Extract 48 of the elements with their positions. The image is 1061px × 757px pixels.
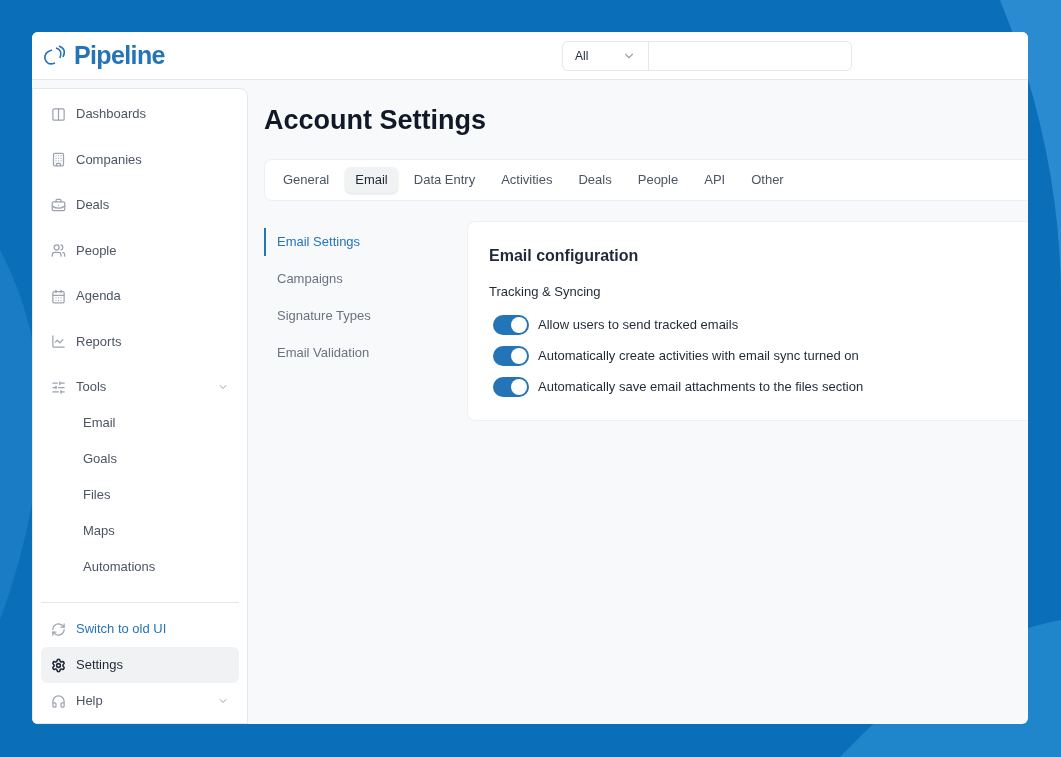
nav-item[interactable]: Agenda: [41, 278, 239, 314]
nav-subitem[interactable]: Email: [41, 405, 239, 441]
tab[interactable]: General: [273, 167, 340, 193]
subnav-item[interactable]: Campaigns: [264, 265, 467, 293]
tab[interactable]: Data Entry: [403, 167, 486, 193]
sliders-icon: [51, 379, 66, 395]
toggle-switch[interactable]: [493, 345, 529, 366]
settings-icon: [51, 657, 66, 673]
nav-subitem[interactable]: Automations: [41, 549, 239, 585]
nav-subitem[interactable]: Files: [41, 477, 239, 513]
toggle-label: Allow users to send tracked emails: [538, 315, 739, 334]
tab[interactable]: Other: [741, 167, 794, 193]
nav-item[interactable]: Switch to old UI: [41, 611, 239, 647]
briefcase-icon: [51, 197, 66, 213]
headphones-icon: [51, 693, 66, 709]
tab[interactable]: People: [627, 167, 689, 193]
section-label: Tracking & Syncing: [489, 283, 602, 301]
logo-icon: [42, 43, 68, 68]
subnav-item[interactable]: Email Validation: [264, 339, 467, 367]
toggle-label: Automatically save email attachments to the files section: [538, 377, 864, 396]
nav-item[interactable]: Settings: [41, 647, 239, 683]
calendar-icon: [51, 288, 66, 304]
refresh-icon: [51, 621, 66, 637]
scope-dropdown[interactable]: All: [563, 41, 649, 70]
building-icon: [51, 152, 66, 167]
nav-item[interactable]: Reports: [41, 323, 239, 360]
nav-subitem[interactable]: Maps: [41, 513, 239, 549]
line-chart-icon: [51, 334, 66, 349]
nav-item[interactable]: Deals: [41, 187, 239, 223]
columns-icon: [51, 106, 66, 122]
nav-item[interactable]: People: [41, 232, 239, 269]
nav-item[interactable]: Help: [41, 683, 239, 719]
subnav-item[interactable]: Signature Types: [264, 302, 467, 330]
tab[interactable]: API: [694, 167, 736, 193]
nav-subitem[interactable]: Goals: [41, 441, 239, 477]
tab[interactable]: Email: [345, 167, 398, 193]
people-icon: [51, 243, 66, 258]
nav-item[interactable]: Dashboards: [41, 96, 239, 132]
brand-name: Pipeline: [74, 39, 165, 71]
tab[interactable]: Activities: [491, 167, 563, 193]
toggle-switch[interactable]: [493, 314, 529, 335]
tab[interactable]: Deals: [568, 167, 622, 193]
nav-item[interactable]: Companies: [41, 141, 239, 178]
toggle-label: Automatically create activities with email sync turned on: [538, 346, 859, 365]
card-title: Email configuration: [489, 246, 640, 266]
page-title: Account Settings: [264, 104, 487, 137]
nav-item[interactable]: Tools: [41, 369, 239, 405]
toggle-switch[interactable]: [493, 376, 529, 397]
